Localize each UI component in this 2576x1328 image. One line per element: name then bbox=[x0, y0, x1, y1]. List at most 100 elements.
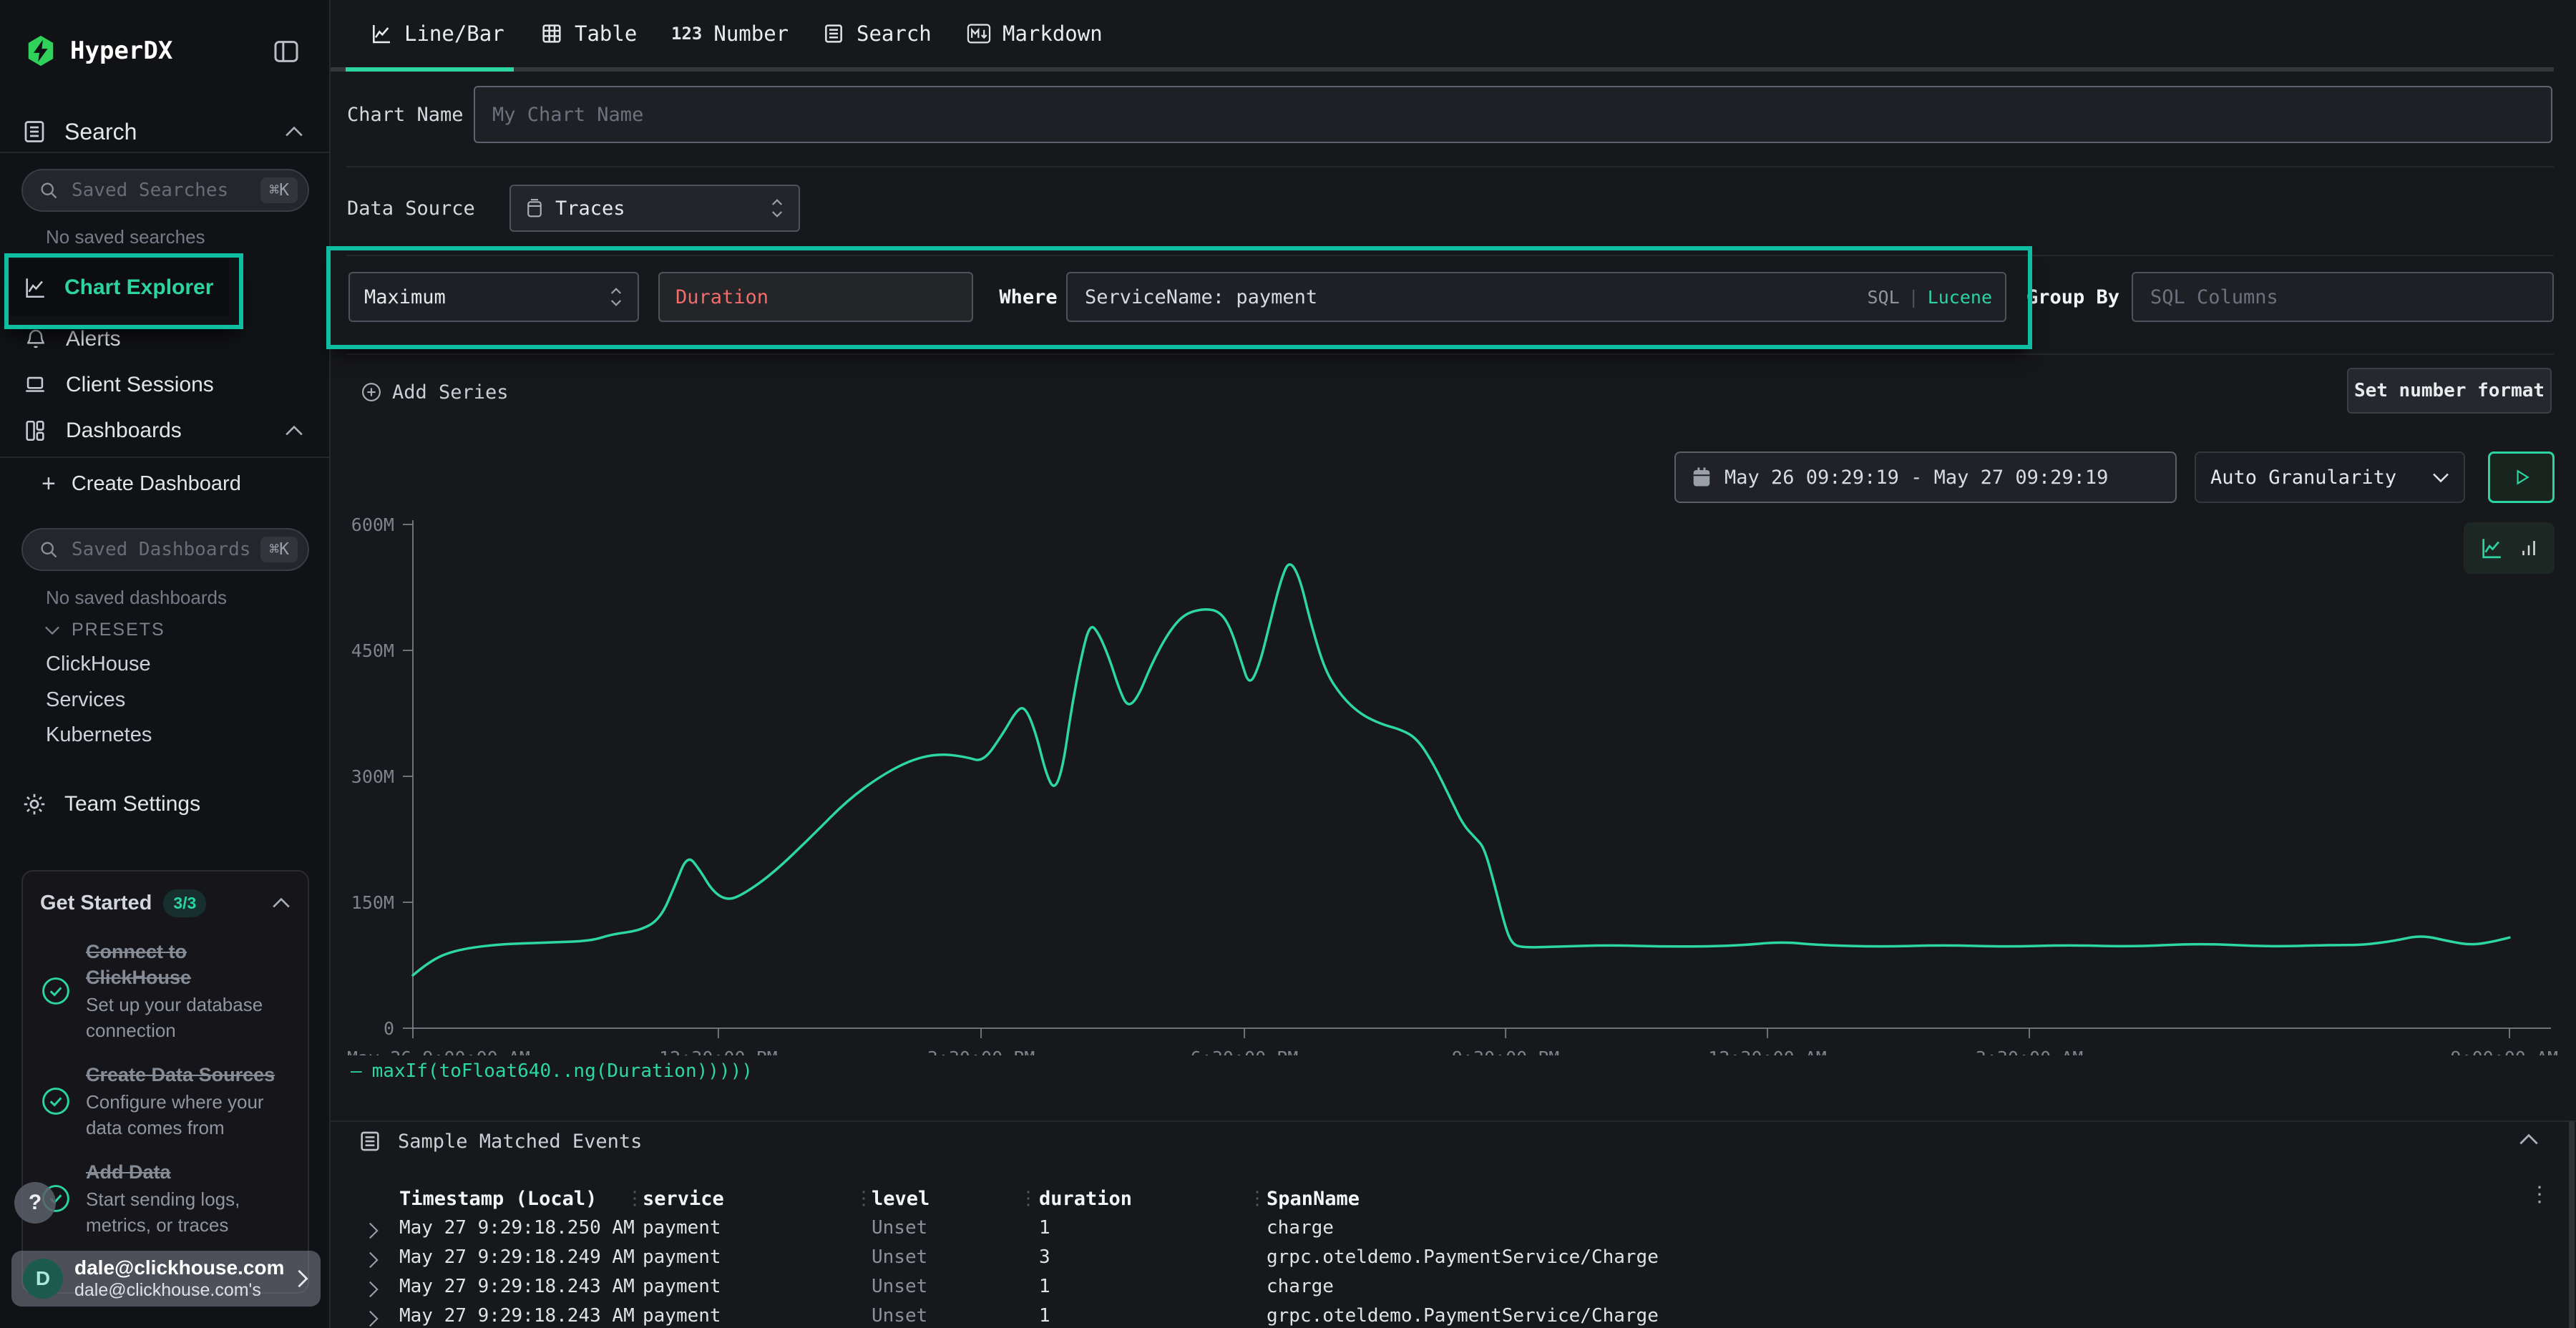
get-started-item-title: Create Data Sources bbox=[86, 1062, 291, 1088]
granularity-select[interactable]: Auto Granularity bbox=[2195, 451, 2465, 503]
line-chart-icon bbox=[370, 22, 393, 45]
svg-text:9:30:00 PM: 9:30:00 PM bbox=[1452, 1048, 1560, 1055]
column-header-service[interactable]: service bbox=[643, 1188, 724, 1210]
get-started-item-desc: Set up your database connection bbox=[86, 992, 291, 1043]
table-row[interactable]: May 27 9:29:18.243 AM payment Unset 1 gr… bbox=[331, 1305, 2549, 1328]
dashboards-icon bbox=[23, 419, 47, 443]
hyperdx-app: HyperDX Search ⌘K No saved searches bbox=[0, 0, 2576, 1328]
preset-services[interactable]: Services bbox=[46, 688, 125, 712]
sidebar-item-label: Team Settings bbox=[64, 792, 200, 816]
check-circle-icon bbox=[40, 1085, 72, 1117]
svg-text:300M: 300M bbox=[351, 766, 394, 787]
preset-kubernetes[interactable]: Kubernetes bbox=[46, 723, 152, 747]
chart-name-field[interactable] bbox=[474, 86, 2552, 143]
table-icon bbox=[540, 22, 563, 45]
check-circle-icon bbox=[40, 975, 72, 1007]
tab-label: Table bbox=[575, 21, 637, 46]
divider bbox=[331, 1120, 2576, 1122]
divider bbox=[346, 166, 2554, 167]
tab-search[interactable]: Search bbox=[822, 0, 932, 67]
tab-table[interactable]: Table bbox=[540, 0, 637, 67]
table-row[interactable]: May 27 9:29:18.250 AM payment Unset 1 ch… bbox=[331, 1217, 2549, 1246]
column-header-level[interactable]: level bbox=[872, 1188, 930, 1210]
logo[interactable]: HyperDX bbox=[24, 34, 172, 67]
scrollbar-thumb[interactable] bbox=[2569, 1120, 2575, 1328]
run-query-button[interactable] bbox=[2488, 451, 2555, 503]
legend-dash-icon: — bbox=[351, 1060, 362, 1082]
field-select[interactable]: Duration bbox=[658, 272, 973, 322]
tab-markdown[interactable]: Markdown bbox=[967, 0, 1103, 67]
sidebar-item-chart-explorer[interactable]: Chart Explorer bbox=[10, 259, 229, 316]
where-input[interactable] bbox=[1083, 285, 1867, 309]
help-button[interactable]: ? bbox=[14, 1182, 56, 1224]
column-resize-handle[interactable]: ⋮ bbox=[1248, 1188, 1267, 1209]
sidebar-item-label: Chart Explorer bbox=[64, 275, 213, 300]
get-started-item-adddata[interactable]: Add Data Start sending logs, metrics, or… bbox=[40, 1159, 291, 1238]
where-field[interactable]: SQL | Lucene bbox=[1066, 272, 2006, 322]
expand-row-icon[interactable] bbox=[368, 1309, 379, 1328]
chevron-up-icon bbox=[285, 126, 303, 137]
collapse-sidebar-icon[interactable] bbox=[272, 37, 301, 66]
saved-dashboards-input[interactable] bbox=[70, 538, 260, 561]
svg-text:150M: 150M bbox=[351, 892, 394, 913]
sample-events-header[interactable]: Sample Matched Events bbox=[358, 1129, 642, 1153]
aggregation-select[interactable]: Maximum bbox=[348, 272, 639, 322]
chart-legend[interactable]: — maxIf(toFloat640..ng(Duration))))) bbox=[351, 1060, 753, 1082]
lang-divider: | bbox=[1908, 287, 1919, 308]
saved-searches-search[interactable]: ⌘K bbox=[21, 169, 309, 212]
presets-toggle[interactable]: PRESETS bbox=[44, 620, 165, 640]
expand-row-icon[interactable] bbox=[368, 1251, 379, 1269]
group-by-input[interactable] bbox=[2149, 285, 2537, 309]
timeseries-chart[interactable]: 0150M300M450M600MMay 26 9:00:00 AM12:30:… bbox=[331, 501, 2576, 1055]
column-resize-handle[interactable]: ⋮ bbox=[1019, 1188, 1038, 1209]
data-source-select[interactable]: Traces bbox=[509, 185, 800, 232]
saved-searches-input[interactable] bbox=[70, 179, 260, 202]
svg-text:6:30:00 PM: 6:30:00 PM bbox=[1191, 1048, 1299, 1055]
cell-level: Unset bbox=[872, 1276, 927, 1297]
sidebar-item-dashboards[interactable]: Dashboards bbox=[0, 412, 329, 449]
get-started-item-title: Add Data bbox=[86, 1159, 291, 1185]
chevron-up-icon bbox=[285, 425, 303, 436]
calendar-icon bbox=[1692, 467, 1712, 488]
sidebar: HyperDX Search ⌘K No saved searches bbox=[0, 0, 331, 1328]
date-range-picker[interactable]: May 26 09:29:19 - May 27 09:29:19 bbox=[1674, 451, 2177, 503]
group-by-field[interactable] bbox=[2132, 272, 2554, 322]
column-header-duration[interactable]: duration bbox=[1039, 1188, 1132, 1210]
column-resize-handle[interactable]: ⋮ bbox=[625, 1188, 644, 1209]
main-panel: Line/Bar Table 123 Number Search Markdow… bbox=[331, 0, 2576, 1328]
sidebar-item-team-settings[interactable]: Team Settings bbox=[0, 786, 329, 823]
group-by-label: Group By bbox=[2019, 272, 2127, 322]
tab-number[interactable]: 123 Number bbox=[671, 0, 789, 67]
get-started-item-datasources[interactable]: Create Data Sources Configure where your… bbox=[40, 1062, 291, 1141]
user-menu[interactable]: D dale@clickhouse.com dale@clickhouse.co… bbox=[11, 1251, 321, 1307]
tab-line-bar[interactable]: Line/Bar bbox=[370, 0, 504, 67]
chevron-up-icon[interactable] bbox=[272, 897, 291, 909]
get-started-item-connect[interactable]: Connect to ClickHouse Set up your databa… bbox=[40, 939, 291, 1043]
svg-text:12:30:00 PM: 12:30:00 PM bbox=[659, 1048, 778, 1055]
table-kebab-menu-icon[interactable]: ⋮ bbox=[2529, 1182, 2550, 1207]
expand-row-icon[interactable] bbox=[368, 1221, 379, 1240]
preset-clickhouse[interactable]: ClickHouse bbox=[46, 653, 151, 676]
chart-name-input[interactable] bbox=[491, 103, 2535, 127]
data-source-label: Data Source bbox=[347, 185, 475, 232]
collapse-panel-icon[interactable] bbox=[2519, 1133, 2539, 1146]
chevron-updown-icon bbox=[770, 197, 784, 219]
sidebar-item-alerts[interactable]: Alerts bbox=[0, 321, 329, 358]
get-started-card: Get Started 3/3 Connect to ClickHouse Se… bbox=[21, 870, 309, 1294]
sample-events-title: Sample Matched Events bbox=[398, 1131, 642, 1153]
add-series-button[interactable]: Add Series bbox=[361, 372, 509, 412]
sidebar-item-search[interactable]: Search bbox=[0, 113, 329, 150]
set-number-format-button[interactable]: Set number format bbox=[2347, 368, 2552, 414]
table-row[interactable]: May 27 9:29:18.249 AM payment Unset 3 gr… bbox=[331, 1246, 2549, 1275]
table-row[interactable]: May 27 9:29:18.243 AM payment Unset 1 ch… bbox=[331, 1276, 2549, 1304]
create-dashboard-button[interactable]: + Create Dashboard bbox=[0, 467, 329, 501]
expand-row-icon[interactable] bbox=[368, 1280, 379, 1299]
lucene-mode-button[interactable]: Lucene bbox=[1928, 287, 1992, 308]
sql-mode-button[interactable]: SQL bbox=[1867, 287, 1899, 308]
column-header-timestamp[interactable]: Timestamp (Local) bbox=[399, 1188, 597, 1210]
column-resize-handle[interactable]: ⋮ bbox=[854, 1188, 873, 1209]
cell-spanname: grpc.oteldemo.PaymentService/Charge bbox=[1267, 1305, 1659, 1327]
sidebar-item-client-sessions[interactable]: Client Sessions bbox=[0, 366, 329, 404]
column-header-spanname[interactable]: SpanName bbox=[1267, 1188, 1360, 1210]
saved-dashboards-search[interactable]: ⌘K bbox=[21, 528, 309, 571]
